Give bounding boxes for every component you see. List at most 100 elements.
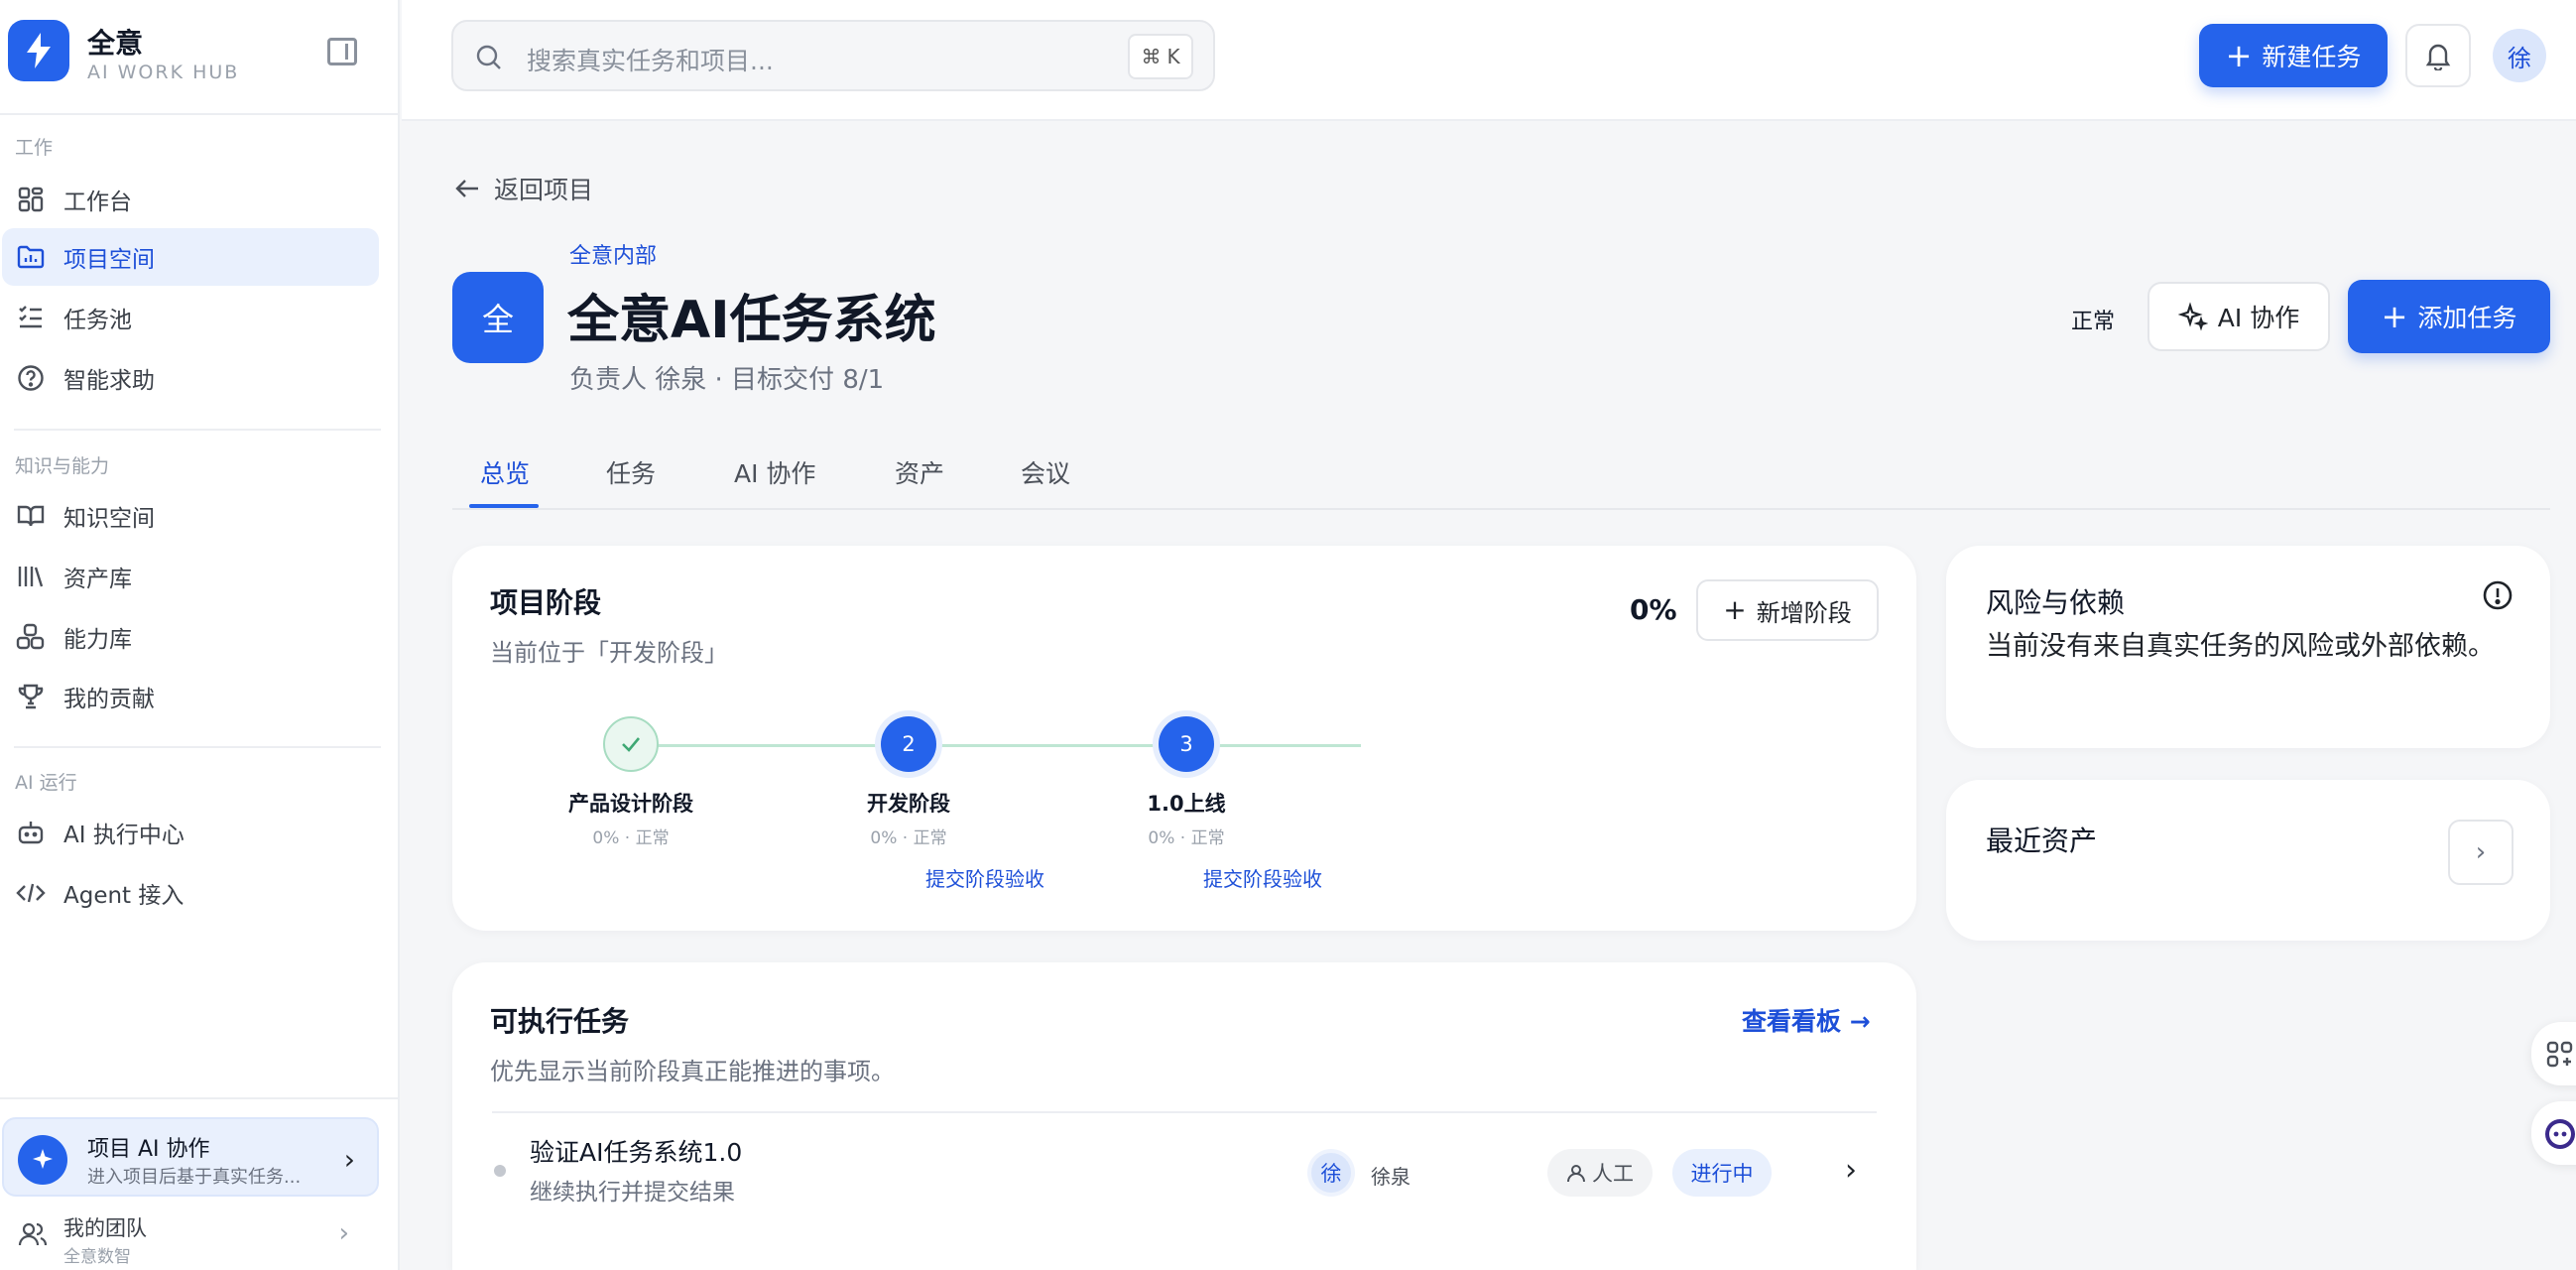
risk-card: 风险与依赖 当前没有来自真实任务的风险或外部依赖。 — [1946, 546, 2550, 748]
project-phases-card: 项目阶段 当前位于「开发阶段」 0% + 新增阶段 2 3 产品设计阶段 开发阶… — [452, 546, 1916, 931]
assets-title: 最近资产 — [1986, 825, 2098, 857]
trophy-icon — [16, 682, 46, 711]
phase-step-2[interactable]: 2 — [881, 716, 936, 772]
risk-title: 风险与依赖 — [1986, 586, 2126, 619]
tasks-subtitle: 优先显示当前阶段真正能推进的事项。 — [490, 1058, 895, 1085]
lightning-icon — [27, 33, 51, 68]
back-to-projects[interactable]: 返回项目 — [454, 171, 593, 206]
status-badge: 进行中 — [1672, 1149, 1772, 1197]
tab-ai-collab[interactable]: AI 协作 — [734, 454, 815, 490]
sidebar-collapse-icon[interactable] — [327, 38, 357, 65]
sidebar-item-smart-help[interactable]: 智能求助 — [2, 349, 379, 407]
library-icon — [16, 562, 46, 591]
arrow-left-icon — [455, 180, 478, 197]
project-ai-collab-card[interactable]: 项目 AI 协作 进入项目后基于真实任务... › — [2, 1117, 379, 1197]
status-badge: 正常 — [2071, 310, 2116, 334]
sidebar-item-label: 任务池 — [63, 308, 132, 333]
phase-meta: 0% · 正常 — [592, 828, 670, 848]
user-avatar[interactable]: 徐 — [2493, 29, 2546, 82]
ai-avatar — [18, 1135, 67, 1185]
brand-subtitle: AI WORK HUB — [87, 62, 240, 83]
brand-header: 全意 AI WORK HUB — [0, 0, 400, 115]
project-logo: 全 — [452, 272, 544, 363]
plus-icon: + — [2225, 37, 2253, 74]
ai-collab-label: AI 协作 — [2217, 304, 2300, 332]
tab-active-indicator — [469, 504, 539, 508]
sidebar-divider — [14, 429, 381, 431]
float-widget-apps[interactable] — [2531, 1022, 2576, 1085]
ai-collab-button[interactable]: AI 协作 — [2147, 282, 2330, 351]
task-subtitle: 继续执行并提交结果 — [530, 1180, 735, 1206]
submit-phase-link[interactable]: 提交阶段验收 — [886, 863, 1084, 892]
alert-circle-icon[interactable] — [2482, 579, 2514, 615]
check-icon — [622, 737, 640, 752]
phases-title: 项目阶段 — [490, 586, 602, 619]
task-type-chip: 人工 — [1547, 1149, 1653, 1197]
phase-connector — [934, 744, 1361, 747]
sidebar-item-agent[interactable]: Agent 接入 — [2, 864, 379, 922]
folder-chart-icon — [16, 242, 46, 272]
sidebar-item-label: Agent 接入 — [63, 883, 184, 909]
project-org[interactable]: 全意内部 — [569, 238, 657, 270]
search-input[interactable]: 搜索真实任务和项目... ⌘ K — [451, 20, 1215, 91]
sidebar-item-contributions[interactable]: 我的贡献 — [2, 668, 379, 725]
brand-logo[interactable] — [8, 20, 69, 81]
bot-icon — [16, 818, 46, 847]
brand-name: 全意 — [87, 27, 144, 60]
sidebar-item-assets[interactable]: 资产库 — [2, 548, 379, 605]
search-icon — [475, 44, 503, 75]
topbar: 搜索真实任务和项目... ⌘ K + 新建任务 徐 — [402, 0, 2576, 121]
book-open-icon — [16, 501, 46, 531]
sidebar-item-label: 项目空间 — [63, 247, 155, 273]
executable-tasks-card: 可执行任务 优先显示当前阶段真正能推进的事项。 查看看板 → 验证AI任务系统1… — [452, 962, 1916, 1270]
sidebar-item-knowledge[interactable]: 知识空间 — [2, 487, 379, 545]
chevron-right-icon[interactable]: › — [1845, 1153, 1857, 1188]
my-team[interactable]: 我的团队 全意数智 › — [2, 1203, 379, 1268]
float-widget-assistant[interactable] — [2531, 1101, 2576, 1165]
recent-assets-card: 最近资产 › — [1946, 780, 2550, 941]
sidebar-divider — [14, 746, 381, 748]
sidebar: 全意 AI WORK HUB 工作 工作台 项目空间 任务池 智能求助 知识与能… — [0, 0, 400, 1270]
nav-section-knowledge: 知识与能力 — [15, 455, 110, 477]
tab-assets[interactable]: 资产 — [895, 454, 944, 490]
avatar: 徐 — [1311, 1153, 1351, 1193]
nav-section-work: 工作 — [15, 137, 54, 159]
assistant-icon — [2545, 1119, 2575, 1149]
sidebar-item-projects[interactable]: 项目空间 — [2, 228, 379, 286]
bell-icon — [2425, 44, 2451, 70]
add-task-button[interactable]: + 添加任务 — [2348, 280, 2550, 353]
sidebar-item-task-pool[interactable]: 任务池 — [2, 289, 379, 346]
sidebar-item-workbench[interactable]: 工作台 — [2, 171, 379, 228]
sidebar-item-label: 资产库 — [63, 567, 132, 592]
add-phase-button[interactable]: + 新增阶段 — [1696, 579, 1879, 641]
phase-meta: 0% · 正常 — [1148, 828, 1225, 848]
phase-name: 1.0上线 — [1147, 792, 1226, 816]
tab-overview[interactable]: 总览 — [480, 454, 530, 490]
phase-meta: 0% · 正常 — [870, 828, 947, 848]
sidebar-item-label: 能力库 — [63, 627, 132, 653]
project-tabs: 总览 任务 AI 协作 资产 会议 — [452, 444, 2550, 510]
sidebar-item-abilities[interactable]: 能力库 — [2, 608, 379, 666]
risk-text: 当前没有来自真实任务的风险或外部依赖。 — [1986, 631, 2495, 662]
tab-meetings[interactable]: 会议 — [1021, 454, 1070, 490]
shortcut-key: K — [1166, 45, 1180, 68]
submit-phase-link[interactable]: 提交阶段验收 — [1164, 863, 1362, 892]
page-title: 全意AI任务系统 — [567, 291, 936, 350]
help-circle-icon — [16, 363, 46, 393]
sparkles-icon — [33, 1149, 53, 1169]
add-task-label: 添加任务 — [2417, 304, 2517, 332]
sidebar-divider — [0, 1097, 400, 1099]
new-task-button[interactable]: + 新建任务 — [2199, 24, 2388, 87]
view-kanban-link[interactable]: 查看看板 → — [1742, 1002, 1871, 1038]
team-subtitle: 全意数智 — [63, 1247, 131, 1267]
sidebar-item-ai-center[interactable]: AI 执行中心 — [2, 804, 379, 861]
assets-more-button[interactable]: › — [2448, 820, 2514, 885]
task-name[interactable]: 验证AI任务系统1.0 — [530, 1133, 742, 1169]
notifications-button[interactable] — [2405, 24, 2471, 87]
tab-tasks[interactable]: 任务 — [606, 454, 656, 490]
phases-subtitle: 当前位于「开发阶段」 — [490, 639, 728, 667]
chevron-right-icon: › — [343, 1143, 355, 1176]
phase-step-1[interactable] — [603, 716, 659, 772]
add-phase-label: 新增阶段 — [1756, 598, 1852, 627]
phase-step-3[interactable]: 3 — [1159, 716, 1214, 772]
